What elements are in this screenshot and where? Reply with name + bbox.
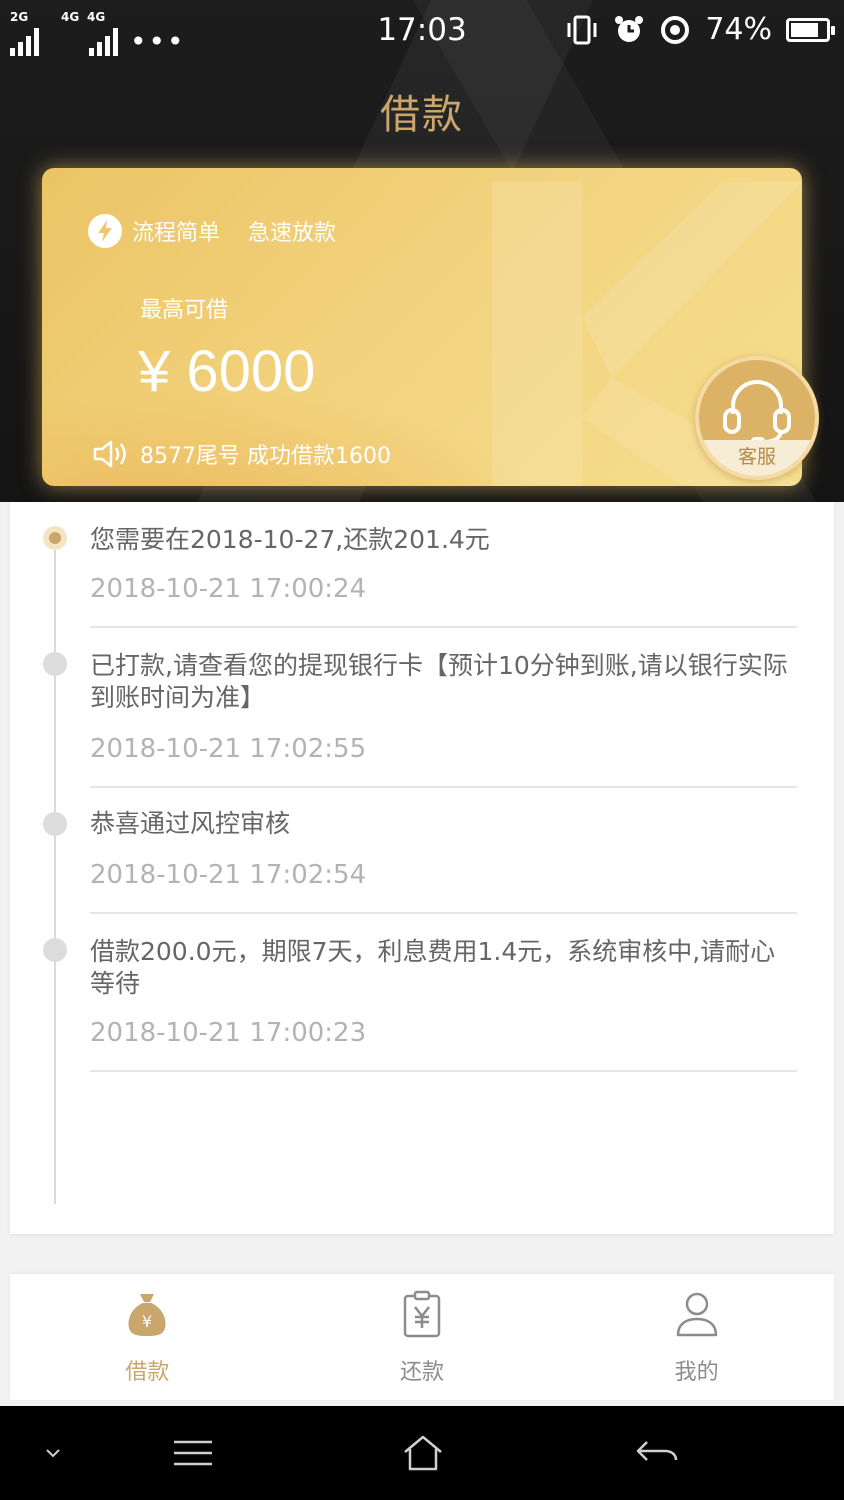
headset-icon: [723, 380, 791, 446]
timeline-dot-active: [43, 526, 67, 550]
timeline-dot: [43, 652, 67, 676]
loan-limit-card: 流程简单 急速放款 最高可借 ¥ 6000 8577尾号 成功借款1600: [42, 168, 802, 486]
tab-borrow-label: 借款: [125, 1360, 170, 1385]
speaker-icon: [93, 440, 126, 468]
location-icon: [661, 15, 690, 44]
feature-simple-process: 流程简单: [132, 221, 221, 246]
timeline-text: 借款200.0元，期限7天，利息费用1.4元，系统审核中,请耐心等待: [90, 937, 776, 998]
status-bar: 2G 4G 4G ••• 17:03 74%: [0, 0, 844, 62]
timeline-dot: [43, 812, 67, 836]
user-icon: [676, 1292, 717, 1337]
timeline-text: 恭喜通过风控审核: [90, 809, 291, 838]
feature-fast-payout: 急速放款: [248, 221, 337, 246]
timeline-time: 2018-10-21 17:02:55: [90, 734, 367, 764]
timeline-time: 2018-10-21 17:00:24: [90, 574, 367, 604]
tab-repay-label: 还款: [400, 1360, 445, 1385]
tab-mine[interactable]: 我的: [559, 1274, 834, 1400]
timeline-dot: [43, 938, 67, 962]
back-icon: [636, 1441, 678, 1461]
battery-icon: [786, 17, 835, 42]
battery-percent: 74%: [705, 12, 772, 47]
notice-text: 8577尾号 成功借款1600: [140, 444, 391, 469]
money-bag-icon: ¥: [128, 1294, 166, 1336]
chevron-down-icon: [46, 1449, 60, 1458]
menu-icon: [174, 1440, 212, 1466]
alarm-icon: [615, 15, 644, 42]
timeline-line: [54, 532, 56, 1204]
loan-success-notice: 8577尾号 成功借款1600: [92, 438, 391, 470]
nav-back-button[interactable]: [612, 1406, 702, 1500]
nav-menu-button[interactable]: [148, 1406, 238, 1500]
timeline-time: 2018-10-21 17:02:54: [90, 860, 367, 890]
max-loan-amount: ¥ 6000: [138, 339, 316, 404]
tab-repay[interactable]: 还款: [285, 1274, 560, 1400]
vibrate-icon: [567, 15, 597, 44]
lightning-icon: [88, 214, 122, 248]
repay-clipboard-icon: [403, 1290, 441, 1338]
tab-mine-label: 我的: [674, 1360, 719, 1385]
system-nav-bar: [0, 1406, 844, 1500]
timeline-divider: [90, 912, 797, 914]
customer-service-label: 客服: [699, 440, 815, 476]
svg-text:¥: ¥: [142, 1312, 152, 1331]
timeline-text: 您需要在2018-10-27,还款201.4元: [90, 525, 490, 554]
max-loan-label: 最高可借: [140, 298, 229, 323]
bottom-tab-bar: ¥ 借款 还款 我的: [10, 1274, 834, 1400]
card-features: 流程简单 急速放款: [88, 214, 336, 248]
loan-status-timeline: 您需要在2018-10-27,还款201.4元 2018-10-21 17:00…: [10, 502, 834, 1234]
home-icon: [404, 1435, 442, 1471]
nav-hide-button[interactable]: [8, 1406, 98, 1500]
timeline-divider: [90, 786, 797, 788]
page-title: 借款: [380, 92, 464, 138]
timeline-text: 已打款,请查看您的提现银行卡【预计10分钟到账,请以银行实际到账时间为准】: [90, 651, 788, 712]
timeline-time: 2018-10-21 17:00:23: [90, 1018, 367, 1048]
timeline-divider: [90, 626, 797, 628]
timeline-divider: [90, 1070, 797, 1072]
customer-service-button[interactable]: 客服: [695, 356, 819, 480]
nav-home-button[interactable]: [378, 1406, 468, 1500]
tab-borrow[interactable]: ¥ 借款: [10, 1274, 285, 1400]
status-right: 74%: [565, 12, 835, 47]
